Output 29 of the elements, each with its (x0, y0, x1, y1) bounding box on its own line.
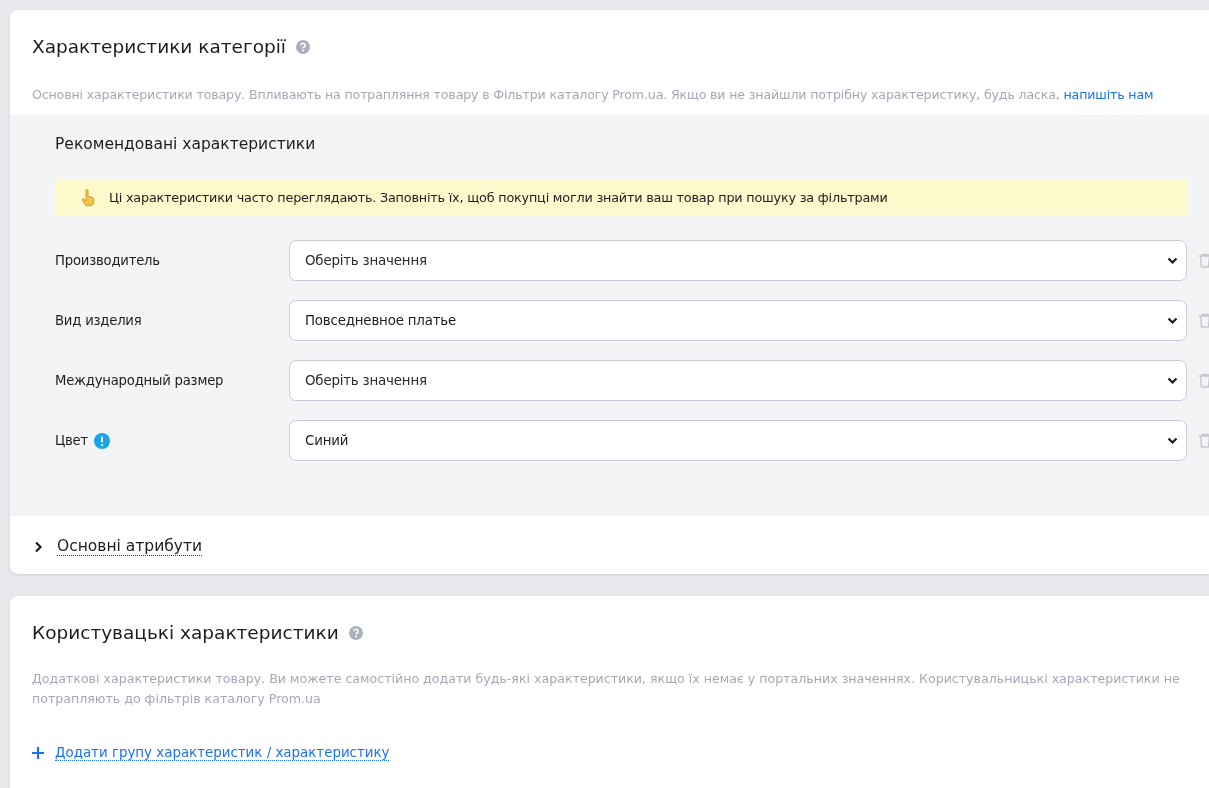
help-icon (295, 39, 310, 54)
chevron-down-icon (1167, 436, 1178, 445)
section-description: Основні характеристики товару. Впливають на потрапляння товару в Фільтри каталогу Prom.ua. Якщо ви не знайшли потрібну характеристику, будь ласка, напишіть нам (32, 86, 1155, 104)
section-toggle[interactable]: Основні атрибути (57, 537, 203, 556)
trash-icon[interactable] (1198, 313, 1209, 328)
notice-text: Ці характеристики часто переглядають. Заповніть їх, щоб покупці могли знайти ваш товар при пошуку за фільтрами (109, 190, 888, 205)
select-field[interactable]: Синий (289, 420, 1187, 461)
pointing-hand-icon (79, 188, 97, 207)
trash-icon[interactable] (1198, 433, 1209, 448)
field-label: Производитель (55, 253, 160, 268)
select-field[interactable]: Оберіть значення (289, 360, 1187, 401)
field-label: Цвет (55, 433, 88, 448)
section-description: Додаткові характеристики товару. Ви можете самостійно додати будь-які характеристики, якщо їх немає у портальних значеннях. Користувальницькі характеристики не потрапляють до фільтрів каталогу Prom.ua (32, 670, 1181, 708)
contact-link[interactable]: напишіть нам (1063, 87, 1154, 102)
field-label: Международный размер (55, 373, 224, 388)
chevron-down-icon (1167, 376, 1178, 385)
add-link[interactable]: Додати групу характеристик / характеристику (55, 745, 390, 761)
help-icon (348, 625, 363, 640)
trash-icon[interactable] (1198, 253, 1209, 268)
subsection-title: Рекомендовані характеристики (55, 135, 317, 153)
select-field[interactable]: Повседневное платье (289, 300, 1187, 341)
section-title: Користувацькі характеристики (32, 622, 339, 643)
field-label: Вид изделия (55, 313, 142, 328)
chevron-down-icon (1167, 316, 1178, 325)
chevron-down-icon (1167, 256, 1178, 265)
plus-icon (32, 747, 44, 759)
section-title: Характеристики категорії (32, 36, 286, 57)
trash-icon[interactable] (1198, 373, 1209, 388)
select-field[interactable]: Оберіть значення (289, 240, 1187, 281)
